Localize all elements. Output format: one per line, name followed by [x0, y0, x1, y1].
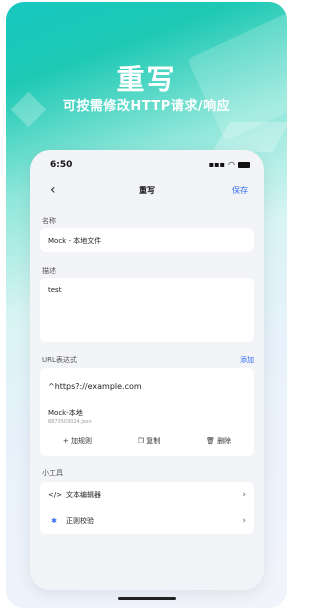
- phone-screen: 6:50 ▪▪▪ ◠ ‹ 重写 保存 名称 Mock - 本地文件 描述 tes…: [30, 150, 264, 590]
- url-expression-label: URL表达式: [42, 356, 77, 364]
- tool-item-text-editor[interactable]: </> 文本编辑器 ›: [40, 482, 254, 508]
- add-url-button[interactable]: 添加: [240, 355, 254, 365]
- rule-name: Mock-本地: [48, 409, 83, 417]
- chevron-right-icon: ›: [242, 490, 246, 500]
- chevron-right-icon: ›: [242, 516, 246, 526]
- signal-icon: ▪▪▪: [208, 160, 226, 169]
- rule-actions: + 加规则 ❐ 复制 🗑 删除: [40, 436, 254, 446]
- code-icon: </>: [48, 491, 63, 499]
- add-rule-button[interactable]: + 加规则: [63, 436, 92, 446]
- rule-card[interactable]: ^https?://example.com Mock-本地 6873503024…: [40, 368, 254, 456]
- battery-icon: [238, 161, 250, 168]
- name-label: 名称: [42, 217, 56, 225]
- save-button[interactable]: 保存: [232, 185, 248, 196]
- copy-button[interactable]: ❐ 复制: [138, 436, 161, 446]
- copy-icon: ❐: [137, 437, 147, 445]
- page-title: 重写: [139, 186, 155, 195]
- hero-title: 重写: [116, 63, 177, 96]
- description-field[interactable]: test: [40, 278, 254, 342]
- trash-icon: 🗑: [205, 437, 218, 445]
- name-field[interactable]: Mock - 本地文件: [40, 228, 254, 252]
- wifi-icon: ◠: [228, 160, 235, 169]
- tool-item-label: 文本编辑器: [66, 491, 101, 499]
- home-indicator: [118, 597, 176, 600]
- delete-button[interactable]: 🗑 删除: [206, 436, 231, 446]
- regex-icon: ✱: [51, 517, 57, 525]
- status-time: 6:50: [50, 160, 73, 170]
- rule-url: ^https?://example.com: [48, 382, 142, 391]
- tool-item-label: 正则校验: [66, 517, 94, 525]
- tools-list: </> 文本编辑器 › ✱ 正则校验 ›: [40, 482, 254, 534]
- description-label: 描述: [42, 267, 56, 275]
- nav-bar: ‹ 重写 保存: [30, 182, 264, 202]
- tools-label: 小工具: [42, 469, 63, 477]
- status-icons: ▪▪▪ ◠: [209, 160, 250, 169]
- tool-item-regex[interactable]: ✱ 正则校验 ›: [40, 508, 254, 534]
- hero-subtitle: 可按需修改HTTP请求/响应: [62, 99, 231, 114]
- rule-id: 6873503024.json: [48, 419, 92, 425]
- delete-label: 删除: [217, 437, 232, 445]
- copy-label: 复制: [146, 437, 161, 445]
